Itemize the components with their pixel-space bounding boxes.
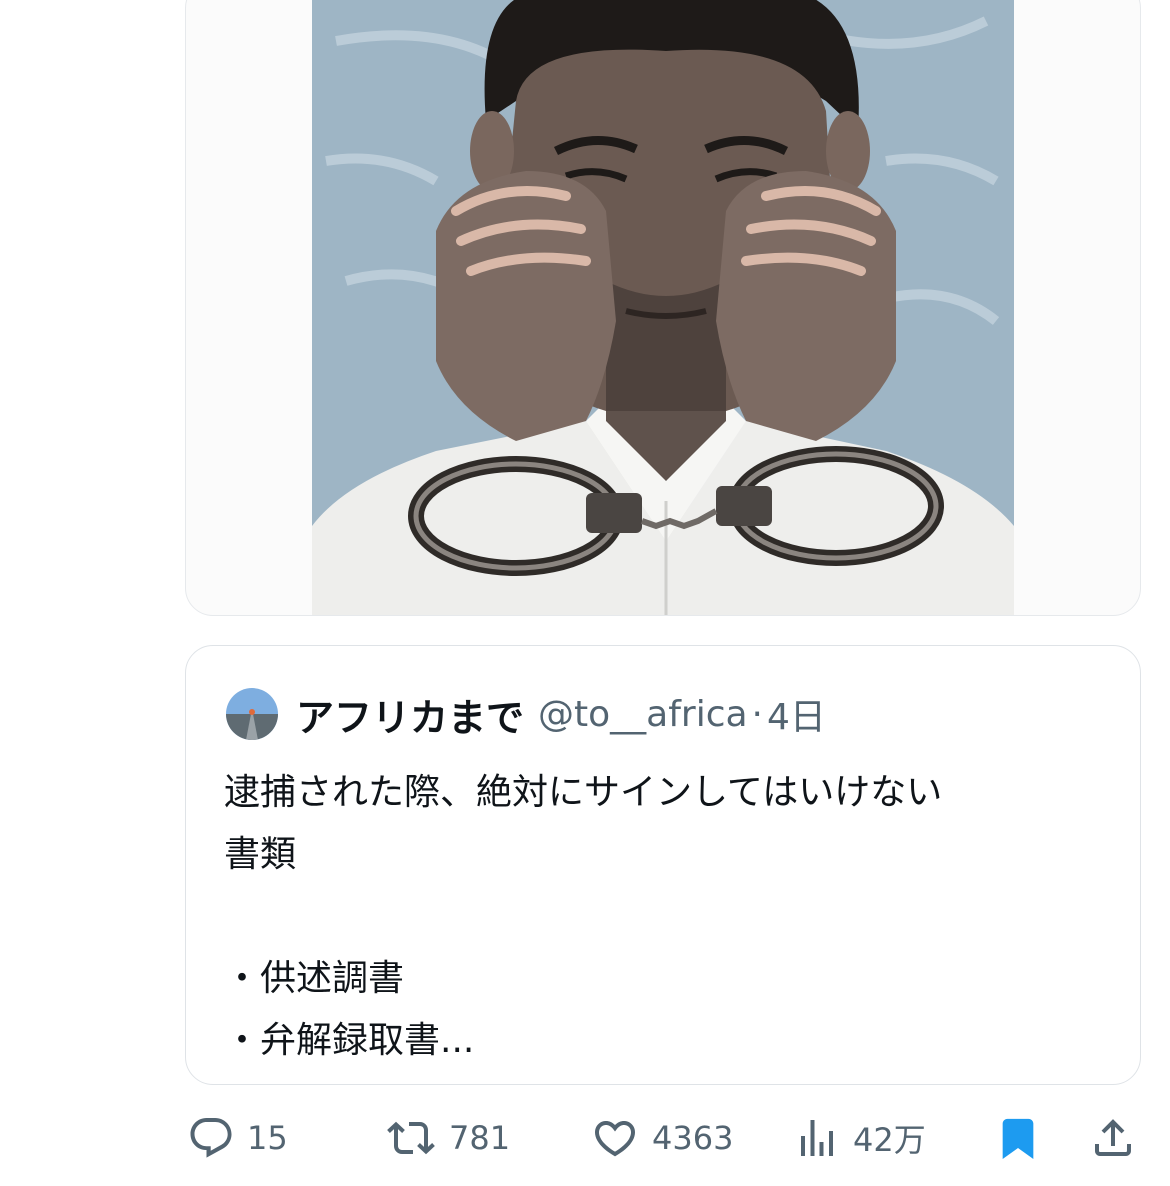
speech-bubble-icon (190, 1118, 232, 1158)
post-action-bar: 15 781 4363 42万 (185, 1108, 1141, 1168)
bar-chart-icon (801, 1120, 833, 1156)
quoted-post-header: アフリカまで @to__africa · 4日 (226, 686, 826, 742)
post-media-image-card[interactable] (185, 0, 1141, 616)
meta-separator: · (751, 693, 763, 735)
like-count: 4363 (652, 1119, 734, 1157)
quoted-post-text: 逮捕された際、絶対にサインしてはいけない 書類 ・供述調書 ・弁解録取書... (224, 772, 943, 1061)
repost-arrows-icon (387, 1121, 435, 1155)
reply-count: 15 (247, 1119, 288, 1157)
heart-icon (594, 1121, 636, 1157)
quoted-author-handle[interactable]: @to__africa (538, 694, 748, 735)
share-upload-icon (1095, 1119, 1131, 1156)
quoted-post-timestamp[interactable]: 4日 (767, 688, 826, 740)
repost-count: 781 (449, 1119, 511, 1157)
view-count: 42万 (853, 1121, 926, 1159)
quoted-author-name[interactable]: アフリカまで (296, 687, 524, 742)
views-button[interactable]: 42万 (793, 1108, 926, 1168)
quoted-post-card[interactable]: アフリカまで @to__africa · 4日 逮捕された際、絶対にサインしては… (185, 645, 1141, 1085)
bookmark-button[interactable] (995, 1108, 1041, 1168)
repost-button[interactable]: 781 (385, 1108, 510, 1168)
handcuffed-man-illustration (312, 0, 1014, 615)
road-landscape-avatar-icon (226, 688, 278, 740)
reply-button[interactable]: 15 (187, 1108, 288, 1168)
share-button[interactable] (1089, 1108, 1137, 1168)
avatar[interactable] (226, 688, 278, 740)
bookmark-filled-icon (1002, 1118, 1034, 1159)
like-button[interactable]: 4363 (590, 1108, 733, 1168)
